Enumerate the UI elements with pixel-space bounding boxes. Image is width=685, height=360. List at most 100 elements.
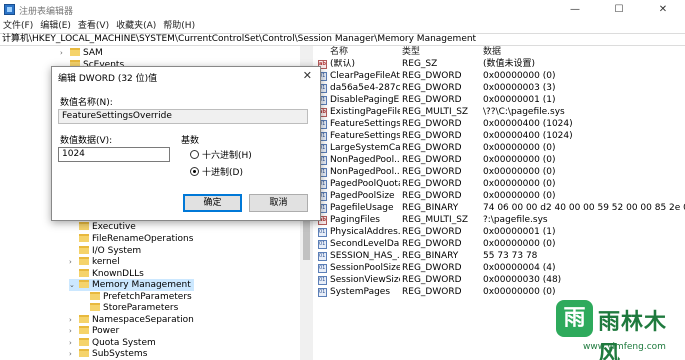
tree-item-filerenameoperations[interactable]: FileRenameOperations	[69, 233, 193, 245]
collapse-arrow-icon[interactable]: ⌄	[69, 279, 79, 291]
dialog-title: 编辑 DWORD (32 位)值	[58, 74, 158, 84]
value-name: NonPagedPool...	[330, 167, 400, 177]
expand-arrow-icon[interactable]: ›	[60, 47, 70, 59]
value-type: REG_DWORD	[402, 227, 462, 237]
value-row[interactable]: 011PhysicalAddres...REG_DWORD 0x00000001 …	[314, 227, 685, 238]
value-row[interactable]: 011DisablePagingE...REG_DWORD0x00000001 …	[314, 95, 685, 106]
cancel-button[interactable]: 取消	[249, 194, 308, 212]
folder-icon	[90, 292, 100, 300]
binary-value-icon: 011	[318, 288, 327, 297]
value-name: PagedPoolQuota	[330, 179, 400, 189]
menu-favorites[interactable]: 收藏夹(A)	[116, 19, 156, 33]
value-data: 0x00000003 (3)	[483, 83, 556, 93]
minimize-button[interactable]: —	[553, 0, 597, 19]
value-type: REG_DWORD	[402, 287, 462, 297]
tree-item-subsystems[interactable]: › SubSystems	[69, 348, 147, 360]
value-row[interactable]: 011SystemPages REG_DWORD 0x00000000 (0)	[314, 287, 685, 298]
menu-help[interactable]: 帮助(H)	[163, 19, 195, 33]
value-name: PagedPoolSize	[330, 191, 395, 201]
menu-bar: 文件(F) 编辑(E) 查看(V) 收藏夹(A) 帮助(H)	[0, 19, 685, 33]
menu-view[interactable]: 查看(V)	[78, 19, 109, 33]
value-row[interactable]: ab (默认) REG_SZ (数值未设置)	[314, 59, 685, 70]
watermark-url: www.ylmfeng.com	[583, 342, 666, 352]
value-name: SecondLevelDa...	[330, 239, 400, 249]
tree-item-label: PrefetchParameters	[103, 292, 192, 302]
value-row[interactable]: 011SESSION_HAS_...REG_BINARY 55 73 73 78	[314, 251, 685, 262]
column-header-type[interactable]: 类型	[402, 47, 420, 58]
value-type: REG_DWORD	[402, 71, 462, 81]
value-row[interactable]: 011PagedPoolSizeREG_DWORD0x00000000 (0)	[314, 191, 685, 202]
value-type: REG_MULTI_SZ	[402, 215, 469, 225]
tree-item-executive[interactable]: Executive	[69, 221, 136, 233]
maximize-button[interactable]: ☐	[597, 0, 641, 19]
value-data: \??\C:\pagefile.sys	[483, 107, 565, 117]
value-name: PhysicalAddres...	[330, 227, 400, 237]
expand-arrow-icon[interactable]: ›	[69, 256, 79, 268]
radio-hex[interactable]: 十六进制(H)	[190, 150, 252, 161]
value-name: FeatureSettings...	[330, 131, 400, 141]
value-type: REG_BINARY	[402, 251, 459, 261]
radio-hex-label: 十六进制(H)	[202, 151, 252, 161]
tree-item-label: NamespaceSeparation	[92, 315, 194, 325]
value-name: SessionPoolSize	[330, 263, 400, 273]
value-row[interactable]: 011SessionViewSizeREG_DWORD 0x00000030 (4…	[314, 275, 685, 286]
tree-item-kernel[interactable]: › kernel	[69, 256, 120, 268]
menu-file[interactable]: 文件(F)	[3, 19, 33, 33]
value-data: 0x00000000 (0)	[483, 179, 556, 189]
value-type: REG_BINARY	[402, 203, 459, 213]
value-data: 0x00000400 (1024)	[483, 131, 573, 141]
tree-item-storeparameters[interactable]: StoreParameters	[80, 302, 178, 314]
tree-item-power[interactable]: › Power	[69, 325, 119, 337]
dialog-close-icon[interactable]: ✕	[303, 69, 312, 82]
folder-icon	[79, 326, 89, 334]
column-header-name[interactable]: 名称	[330, 47, 348, 58]
value-data: ?:\pagefile.sys	[483, 215, 548, 225]
value-row[interactable]: 011FeatureSettings...REG_DWORD0x00000400…	[314, 119, 685, 130]
watermark: 雨 雨林木风 www.ylmfeng.com	[553, 300, 685, 360]
value-type: REG_SZ	[402, 59, 438, 69]
value-type: REG_DWORD	[402, 83, 462, 93]
expand-arrow-icon[interactable]: ›	[69, 348, 79, 360]
folder-icon	[79, 269, 89, 277]
edit-dword-dialog: 编辑 DWORD (32 位)值 ✕ 数值名称(N): FeatureSetti…	[51, 66, 321, 221]
value-row[interactable]: 011NonPagedPool...REG_DWORD0x00000000 (0…	[314, 155, 685, 166]
radio-hex-circle[interactable]	[190, 150, 199, 159]
menu-edit[interactable]: 编辑(E)	[40, 19, 71, 33]
column-header-data[interactable]: 数据	[483, 47, 501, 58]
tree-item-label: KnownDLLs	[92, 269, 144, 279]
close-button[interactable]: ✕	[641, 0, 685, 19]
value-row[interactable]: ab ExistingPageFiles REG_MULTI_SZ \??\C:\pa…	[314, 107, 685, 118]
value-name: DisablePagingE...	[330, 95, 400, 105]
value-type: REG_DWORD	[402, 167, 462, 177]
value-row[interactable]: 011LargeSystemCa...REG_DWORD0x00000000 (…	[314, 143, 685, 154]
watermark-logo: 雨	[556, 300, 593, 337]
tree-item-memory-management[interactable]: ⌄ Memory Management	[69, 279, 194, 291]
folder-icon	[70, 48, 80, 56]
value-row[interactable]: 011NonPagedPool...REG_DWORD0x00000000 (0…	[314, 167, 685, 178]
tree-item-label: SAM	[83, 48, 103, 58]
value-name-field[interactable]: FeatureSettingsOverride	[58, 109, 308, 124]
value-row[interactable]: 011FeatureSettings...REG_DWORD0x00000400…	[314, 131, 685, 142]
expand-arrow-icon[interactable]: ›	[69, 325, 79, 337]
tree-item-sam[interactable]: › SAM	[60, 47, 103, 59]
value-type: REG_DWORD	[402, 131, 462, 141]
value-row[interactable]: 011SessionPoolSizeREG_DWORD 0x00000004 (4…	[314, 263, 685, 274]
tree-item-label: Executive	[92, 222, 136, 232]
value-row[interactable]: 011PagedPoolQuotaREG_DWORD0x00000000 (0)	[314, 179, 685, 190]
radio-decimal-circle[interactable]	[190, 167, 199, 176]
tree-item-label: SubSystems	[92, 349, 148, 359]
value-type: REG_DWORD	[402, 263, 462, 273]
value-row[interactable]: 011ClearPageFileAt...REG_DWORD0x00000000…	[314, 71, 685, 82]
value-row[interactable]: 011PagefileUsageREG_BINARY74 06 00 00 d2…	[314, 203, 685, 214]
value-data-input[interactable]: 1024	[58, 147, 170, 162]
value-name-label: 数值名称(N):	[60, 98, 113, 108]
folder-icon	[79, 349, 89, 357]
value-row[interactable]: ab PagingFiles REG_MULTI_SZ ?:\pagefile.sys	[314, 215, 685, 226]
value-data: 0x00000400 (1024)	[483, 119, 573, 129]
ok-button[interactable]: 确定	[183, 194, 242, 212]
radio-decimal[interactable]: 十进制(D)	[190, 167, 243, 178]
address-bar[interactable]: 计算机\HKEY_LOCAL_MACHINE\SYSTEM\CurrentCon…	[0, 33, 685, 46]
value-type: REG_DWORD	[402, 275, 462, 285]
value-row[interactable]: 011SecondLevelDa...REG_DWORD 0x00000000 (…	[314, 239, 685, 250]
value-row[interactable]: 011da56a5e4-287c...REG_DWORD0x00000003 (…	[314, 83, 685, 94]
